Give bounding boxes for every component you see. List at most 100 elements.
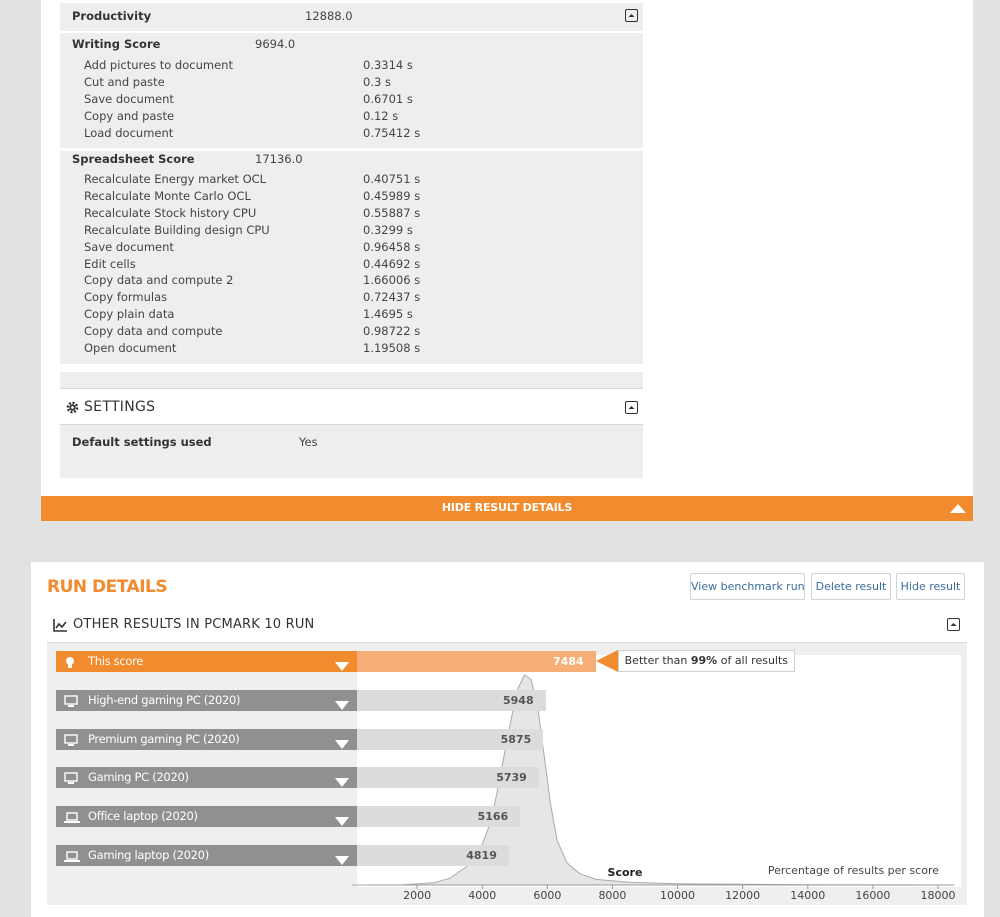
comparison-name: This score xyxy=(88,654,144,668)
detail-row-label: Recalculate Building design CPU xyxy=(84,222,270,237)
detail-row-label: Save document xyxy=(84,91,174,106)
comparison-name: Gaming laptop (2020) xyxy=(88,848,209,862)
better-than-prefix: Better than xyxy=(624,654,691,667)
other-results-title: OTHER RESULTS IN PCMARK 10 RUN xyxy=(73,617,315,632)
productivity-group: Productivity 12888.0 xyxy=(60,3,643,31)
comparison-bar: 5948 xyxy=(357,690,546,711)
detail-row-label: Recalculate Energy market OCL xyxy=(84,172,267,186)
detail-row-value: 0.3 s xyxy=(363,74,391,89)
detail-row-value: 0.3299 s xyxy=(363,222,413,237)
detail-row-label: Cut and paste xyxy=(84,74,165,89)
comparison-name: Gaming PC (2020) xyxy=(88,770,189,784)
chevron-down-icon[interactable] xyxy=(335,735,349,756)
better-than-percent: 99% xyxy=(690,654,718,667)
comparison-value: 5875 xyxy=(500,733,532,746)
chevron-down-icon[interactable] xyxy=(335,657,349,678)
spreadsheet-score-value: 17136.0 xyxy=(255,152,303,166)
detail-row-value: 0.98722 s xyxy=(363,324,421,339)
settings-header[interactable]: SETTINGS xyxy=(60,388,643,424)
detail-row-value: 0.72437 s xyxy=(363,290,421,305)
gear-icon xyxy=(66,401,79,414)
detail-row-label: Copy formulas xyxy=(84,290,168,305)
chevron-down-icon[interactable] xyxy=(335,851,349,872)
comparison-bar: 5166 xyxy=(357,806,521,827)
view-benchmark-run-button[interactable]: View benchmark run xyxy=(690,573,805,600)
spreadsheet-score-label: Spreadsheet Score xyxy=(72,152,195,166)
detail-row-label: Open document xyxy=(84,341,177,355)
comparison-name: High-end gaming PC (2020) xyxy=(88,693,241,707)
comparison-bar: 4819 xyxy=(357,845,509,866)
chevron-down-icon[interactable] xyxy=(335,773,349,794)
chevron-down-icon[interactable] xyxy=(335,696,349,717)
detail-row-value: 1.19508 s xyxy=(363,341,421,355)
comparison-value: 7484 xyxy=(553,655,584,668)
comparison-bar: 5739 xyxy=(357,767,539,788)
bulb-icon xyxy=(64,655,76,676)
comparison-bar: 5875 xyxy=(357,729,544,750)
detail-row-label: Copy data and compute 2 xyxy=(84,273,234,288)
productivity-label: Productivity xyxy=(72,9,152,23)
comparison-name: Premium gaming PC (2020) xyxy=(88,732,240,746)
detail-row-value: 0.55887 s xyxy=(363,205,421,220)
settings-body: Default settings used Yes xyxy=(60,424,643,478)
hide-result-button[interactable]: Hide result xyxy=(896,573,965,600)
detail-row-value: 1.4695 s xyxy=(363,307,413,322)
better-than-suffix: of all results xyxy=(717,654,789,667)
collapse-icon[interactable] xyxy=(625,9,638,22)
comparison-value: 5948 xyxy=(503,694,534,707)
detail-row-label: Recalculate Stock history CPU xyxy=(84,205,257,220)
comparison-selector[interactable]: Office laptop (2020) xyxy=(56,806,357,827)
desktop-icon xyxy=(64,733,78,754)
comparison-selector[interactable]: High-end gaming PC (2020) xyxy=(56,690,357,711)
detail-row-label: Edit cells xyxy=(84,256,136,271)
delete-result-button[interactable]: Delete result xyxy=(811,573,891,600)
comparison-value: 5739 xyxy=(496,771,527,784)
comparison-selector[interactable]: Premium gaming PC (2020) xyxy=(56,729,357,750)
detail-row-label: Recalculate Monte Carlo OCL xyxy=(84,188,251,203)
laptop-icon xyxy=(64,849,80,870)
detail-row-value: 0.44692 s xyxy=(363,256,421,271)
default-settings-label: Default settings used xyxy=(72,435,212,449)
detail-row-value: 0.6701 s xyxy=(363,91,413,106)
detail-row-label: Copy and paste xyxy=(84,108,175,123)
desktop-icon xyxy=(64,694,78,715)
detail-row-label: Copy plain data xyxy=(84,307,175,322)
result-details-card: Productivity 12888.0 Writing Score 9694.… xyxy=(41,0,973,521)
line-chart-icon xyxy=(53,619,67,632)
callout-arrow xyxy=(595,650,618,672)
detail-row-value: 0.12 s xyxy=(363,108,399,123)
spacer-row xyxy=(60,372,643,388)
comparison-value: 5166 xyxy=(477,810,509,823)
detail-row-value: 0.45989 s xyxy=(363,188,421,203)
detail-row-label: Copy data and compute xyxy=(84,324,223,339)
chevron-down-icon[interactable] xyxy=(335,812,349,833)
detail-row-value: 0.3314 s xyxy=(363,58,413,72)
better-than-callout: Better than 99% of all results xyxy=(617,650,796,672)
triangle-up-icon xyxy=(950,504,966,513)
comparison-bar: 7484 xyxy=(357,651,596,672)
detail-row-value: 0.40751 s xyxy=(363,172,421,186)
detail-row-value: 0.96458 s xyxy=(363,239,421,254)
hide-result-details-label: HIDE RESULT DETAILS xyxy=(441,501,573,514)
writing-score-group: Writing Score 9694.0 Add pictures to doc… xyxy=(60,33,643,148)
comparison-selector[interactable]: Gaming laptop (2020) xyxy=(56,845,357,866)
detail-row-value: 0.75412 s xyxy=(363,125,421,140)
run-details-title: RUN DETAILS xyxy=(47,577,168,597)
comparison-value: 4819 xyxy=(466,849,497,862)
collapse-icon[interactable] xyxy=(625,401,638,414)
detail-row-label: Save document xyxy=(84,239,174,254)
spreadsheet-score-group: Spreadsheet Score 17136.0 Recalculate En… xyxy=(60,151,643,364)
hide-result-details-button[interactable]: HIDE RESULT DETAILS xyxy=(41,496,973,521)
comparison-selector[interactable]: This score xyxy=(56,651,357,672)
settings-title: SETTINGS xyxy=(84,399,156,415)
productivity-value: 12888.0 xyxy=(305,9,353,23)
writing-score-label: Writing Score xyxy=(72,37,161,51)
detail-row-label: Add pictures to document xyxy=(84,58,233,72)
collapse-icon[interactable] xyxy=(947,618,960,631)
detail-row-value: 1.66006 s xyxy=(363,273,421,288)
default-settings-value: Yes xyxy=(299,435,318,449)
detail-row-label: Load document xyxy=(84,125,174,140)
desktop-icon xyxy=(64,771,78,792)
writing-score-value: 9694.0 xyxy=(255,37,296,51)
comparison-selector[interactable]: Gaming PC (2020) xyxy=(56,767,357,788)
